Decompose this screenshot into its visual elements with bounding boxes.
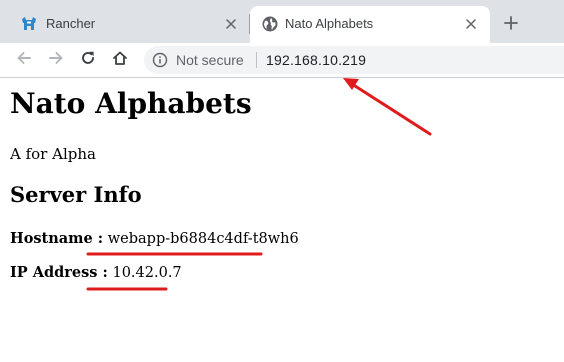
tab-nato-alphabets[interactable]: Nato Alphabets xyxy=(250,6,490,43)
hostname-row: Hostname : webapp-b6884c4df-t8wh6 xyxy=(10,229,299,249)
globe-icon xyxy=(261,15,279,33)
address-bar[interactable]: Not secure 192.168.10.219 xyxy=(144,46,564,74)
url-text[interactable]: 192.168.10.219 xyxy=(266,52,366,68)
forward-button[interactable] xyxy=(42,46,70,74)
page-title: Nato Alphabets xyxy=(10,87,252,120)
arrow-left-icon xyxy=(16,50,32,70)
reload-button[interactable] xyxy=(74,46,102,74)
ip-address-value: 10.42.0.7 xyxy=(112,265,182,281)
new-tab-button[interactable] xyxy=(498,11,524,37)
security-status[interactable]: Not secure xyxy=(176,52,244,68)
info-icon[interactable] xyxy=(152,52,168,68)
hostname-label: Hostname : xyxy=(10,230,104,247)
divider xyxy=(256,52,257,68)
tab-title: Nato Alphabets xyxy=(285,16,374,31)
plus-icon xyxy=(504,15,518,34)
reload-icon xyxy=(80,50,96,70)
tab-rancher[interactable]: Rancher xyxy=(0,6,250,43)
close-icon[interactable] xyxy=(222,15,240,33)
ip-row: IP Address : 10.42.0.7 xyxy=(10,263,182,283)
tab-strip: Rancher Nato Alphabets xyxy=(0,0,564,43)
rancher-cow-icon xyxy=(20,15,38,33)
server-info-heading: Server Info xyxy=(10,182,142,207)
page-content: Nato Alphabets A for Alpha Server Info H… xyxy=(0,78,564,362)
home-button[interactable] xyxy=(106,46,134,74)
close-icon[interactable] xyxy=(462,15,480,33)
tagline: A for Alpha xyxy=(10,145,96,163)
arrow-right-icon xyxy=(48,50,64,70)
home-icon xyxy=(112,50,128,70)
back-button[interactable] xyxy=(10,46,38,74)
ip-address-label: IP Address : xyxy=(10,264,108,281)
hostname-value: webapp-b6884c4df-t8wh6 xyxy=(107,231,299,247)
browser-toolbar: Not secure 192.168.10.219 xyxy=(0,43,564,77)
tab-title: Rancher xyxy=(46,16,96,31)
